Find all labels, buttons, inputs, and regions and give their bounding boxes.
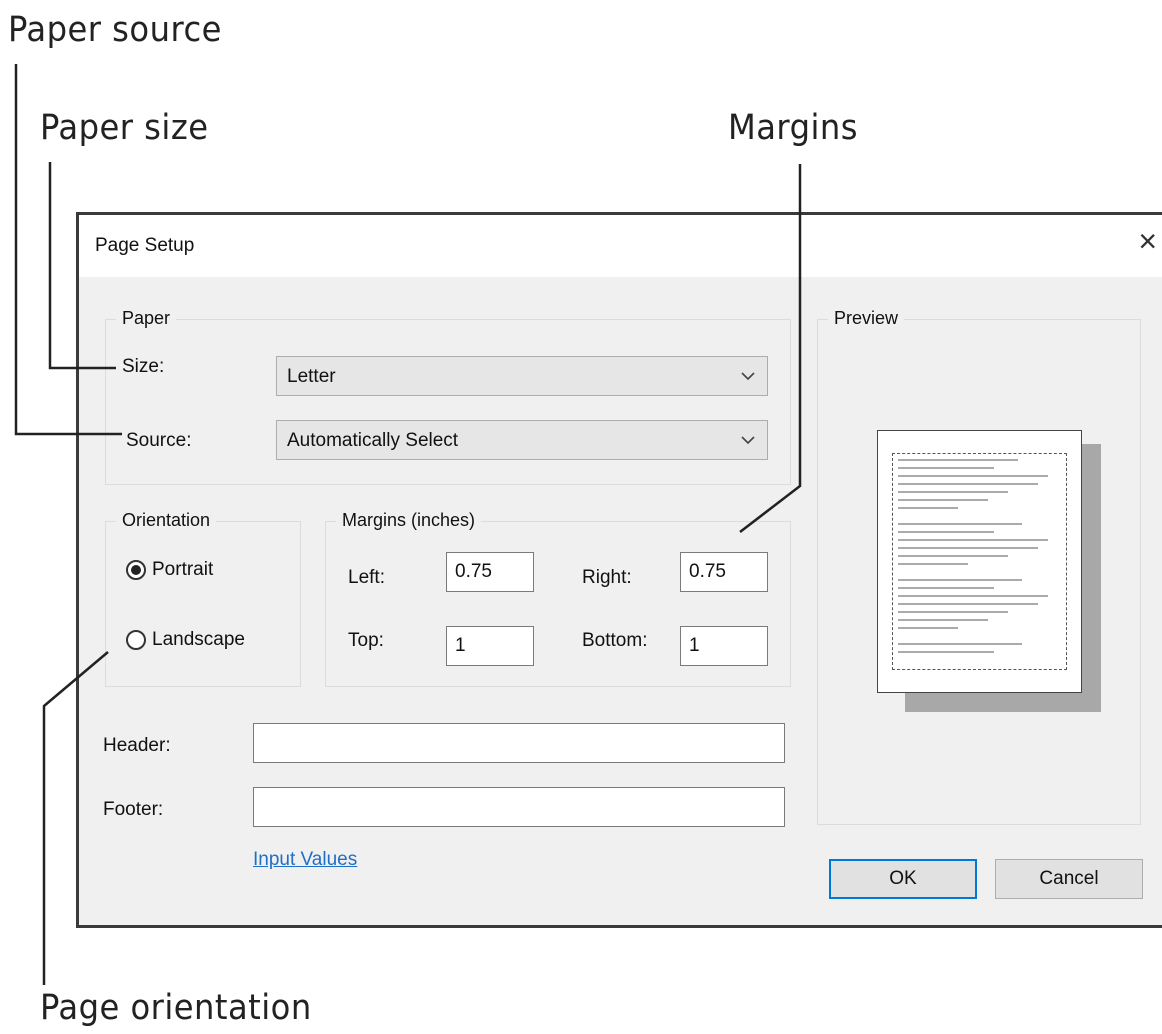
header-label: Header: [103,735,171,756]
paper-legend: Paper [116,308,177,329]
source-dropdown-value: Automatically Select [287,430,459,451]
callout-paper-source: Paper source [8,10,222,50]
ok-button[interactable]: OK [829,859,977,899]
landscape-radio[interactable] [126,630,146,650]
title-bar: Page Setup × [79,215,1162,277]
top-margin-label: Top: [348,630,384,651]
chevron-down-icon [741,372,755,381]
callout-page-orientation: Page orientation [40,988,312,1028]
source-dropdown[interactable]: Automatically Select [276,420,768,460]
footer-label: Footer: [103,799,164,820]
header-field[interactable] [253,723,785,763]
callout-margins: Margins [728,108,858,148]
preview-legend: Preview [828,308,905,329]
orientation-group: Orientation Portrait Landscape [105,510,301,687]
left-margin-label: Left: [348,567,385,588]
right-margin-input[interactable] [680,552,768,592]
right-margin-label: Right: [582,567,632,588]
input-values-link[interactable]: Input Values [253,849,357,871]
preview-page-thumbnail [877,430,1082,693]
portrait-radio[interactable] [126,560,146,580]
landscape-label[interactable]: Landscape [152,629,245,651]
paper-group: Paper Size: Letter Source: Automatically… [105,308,791,485]
size-label: Size: [122,356,165,377]
orientation-legend: Orientation [116,510,217,531]
margins-group: Margins (inches) Left: Right: Top: Botto… [325,510,791,687]
preview-margin-guide [892,453,1067,670]
callout-paper-size: Paper size [40,108,209,148]
portrait-label[interactable]: Portrait [152,559,213,581]
top-margin-input[interactable] [446,626,534,666]
source-label: Source: [126,430,192,451]
cancel-button[interactable]: Cancel [995,859,1143,899]
size-dropdown-value: Letter [287,366,336,387]
bottom-margin-input[interactable] [680,626,768,666]
left-margin-input[interactable] [446,552,534,592]
margins-legend: Margins (inches) [336,510,482,531]
size-dropdown[interactable]: Letter [276,356,768,396]
footer-field[interactable] [253,787,785,827]
chevron-down-icon [741,436,755,445]
bottom-margin-label: Bottom: [582,630,648,651]
dialog-title: Page Setup [95,235,195,256]
close-icon[interactable]: × [1138,225,1157,257]
